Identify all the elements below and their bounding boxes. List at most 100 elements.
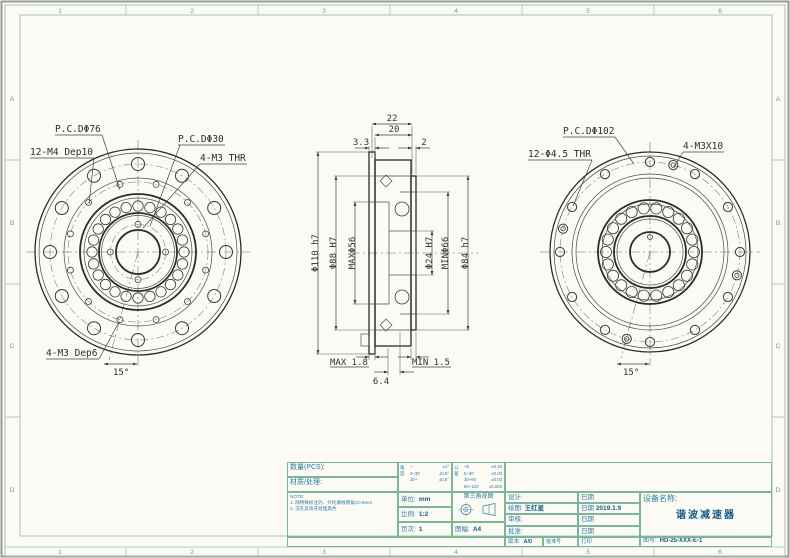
bearing-ball bbox=[88, 235, 98, 245]
bearing-ball bbox=[173, 270, 183, 280]
crossed-roller-top bbox=[380, 175, 392, 187]
bearing-ball bbox=[673, 280, 684, 291]
zone-col: 5 bbox=[586, 549, 590, 556]
bearing-ball bbox=[100, 214, 110, 224]
quantity-label: 数量(PCS): bbox=[290, 464, 325, 471]
bolt-hole bbox=[600, 170, 609, 179]
scale-cell: 比例: 1:2 bbox=[398, 507, 452, 522]
zone-col: 3 bbox=[322, 8, 326, 15]
wave-bearing-ball-top bbox=[395, 202, 409, 216]
drawing-number-value: HD-25-XXX-E-1 bbox=[660, 538, 703, 545]
device-value: 谐波减速器 bbox=[643, 510, 769, 522]
dim-20: 20 bbox=[389, 125, 400, 135]
label-12-4-5-thr: 12-Φ4.5 THR bbox=[528, 149, 591, 160]
bearing-ball bbox=[626, 286, 637, 297]
bearing-ball bbox=[673, 213, 684, 224]
dim-min-1-5: MIN 1.5 bbox=[412, 358, 450, 368]
unit-value: mm bbox=[419, 496, 431, 504]
drawing-number-cell: 图号: HD-25-XXX-E-1 bbox=[640, 537, 772, 547]
check-cell: 审核: bbox=[505, 514, 578, 526]
draw-date-value: 2019.1.9 bbox=[596, 505, 621, 512]
approve-cell: 批准: bbox=[505, 526, 578, 537]
zone-col: 4 bbox=[454, 8, 458, 15]
dim-24: Φ24 H7 bbox=[425, 237, 435, 270]
zone-col: 4 bbox=[454, 549, 458, 556]
projection-label: 第三角视图 bbox=[455, 494, 502, 501]
bearing-ball bbox=[110, 287, 120, 297]
print-cell: 打印 bbox=[578, 537, 640, 547]
bearing-ball bbox=[616, 213, 627, 224]
m4-hole bbox=[67, 231, 73, 237]
bearing-ball bbox=[626, 206, 637, 217]
label-pcd30: P.C.DΦ30 bbox=[178, 134, 224, 145]
projection-cell: 第三角视图 bbox=[452, 492, 505, 522]
bolt-hole bbox=[568, 202, 577, 211]
dim-max-1-8: MAX 1.8 bbox=[330, 358, 368, 368]
bearing-ball bbox=[165, 214, 175, 224]
zone-col: 2 bbox=[190, 8, 194, 15]
crossed-roller-bottom bbox=[380, 319, 392, 331]
zone-col: 3 bbox=[322, 549, 326, 556]
draw-value: 王红星 bbox=[525, 505, 545, 512]
right-view: P.C.DΦ102 12-Φ4.5 THR 4-M3X10 15° bbox=[528, 126, 760, 378]
inner-border bbox=[20, 15, 772, 536]
title-block: 数量(PCS): 材质/处理: NOTE: 1. 除特殊标注外、外轮廓线倒角C0… bbox=[287, 462, 772, 547]
note-line-2: 2. 沉孔及攻牙处理黑色 bbox=[290, 506, 395, 512]
scale-label: 比例: bbox=[401, 511, 416, 519]
sheet-size-cell: 图幅: A4 bbox=[452, 522, 505, 537]
zone-col: 5 bbox=[586, 8, 590, 15]
dim-88: Φ88 H7 bbox=[329, 237, 339, 270]
note-cell: NOTE: 1. 除特殊标注外、外轮廓线倒角C0.5mm 2. 沉孔及攻牙处理黑… bbox=[287, 492, 398, 537]
bearing-ball bbox=[663, 286, 674, 297]
bolt-hole bbox=[690, 325, 699, 334]
label-pcd76: P.C.DΦ76 bbox=[55, 124, 101, 135]
dim-84: Φ84 h7 bbox=[461, 237, 471, 270]
bolt-hole bbox=[88, 169, 101, 182]
label-angle-15: 15° bbox=[623, 368, 639, 378]
bolt-hole bbox=[723, 292, 732, 301]
zone-col: 2 bbox=[190, 549, 194, 556]
page-cell: 页次: 1 bbox=[398, 522, 452, 537]
dim-22: 22 bbox=[387, 114, 398, 124]
m4-hole bbox=[67, 267, 73, 273]
zone-row: B bbox=[10, 220, 14, 227]
material-label: 材质/处理: bbox=[290, 479, 322, 486]
bearing-ball bbox=[663, 206, 674, 217]
bearing-ball bbox=[110, 207, 120, 217]
size-value: A4 bbox=[473, 526, 481, 534]
third-angle-projection-symbol bbox=[457, 502, 501, 517]
dim-3-3: 3.3 bbox=[353, 138, 369, 148]
bearing-ball bbox=[93, 270, 103, 280]
design-date-cell: 日期 bbox=[578, 492, 640, 503]
draw-date-cell: 日期 2019.1.9 bbox=[578, 503, 640, 514]
bolt-hole bbox=[208, 202, 221, 215]
company-cell bbox=[505, 462, 772, 492]
zone-col: 1 bbox=[58, 549, 62, 556]
bearing-ball bbox=[156, 287, 166, 297]
bolt-hole bbox=[208, 290, 221, 303]
section-view: 22 20 3.3 2 Φ110 h7 Φ88 H7 MAXΦ56 Φ24 H7… bbox=[311, 114, 478, 387]
bearing-ball bbox=[173, 224, 183, 234]
device-label: 设备名称: bbox=[643, 494, 769, 504]
bearing-ball bbox=[145, 202, 155, 212]
page-label: 页次: bbox=[401, 526, 416, 534]
scale-value: 1:2 bbox=[419, 511, 428, 519]
dim-110: Φ110 h7 bbox=[311, 234, 321, 272]
version-value: A/0 bbox=[524, 539, 533, 546]
zone-col: 1 bbox=[58, 8, 62, 15]
bearing-ball bbox=[681, 223, 692, 234]
drawing-sheet: 1 2 3 4 5 6 1 2 3 4 5 6 A B C D A B C D bbox=[0, 0, 790, 558]
bottom-empty-cell bbox=[287, 537, 505, 547]
seal-groove bbox=[361, 334, 369, 346]
zone-row: A bbox=[10, 96, 15, 103]
label-4-m3-thr: 4-M3 THR bbox=[200, 153, 246, 164]
zone-row: C bbox=[10, 343, 15, 350]
approve-date-cell: 日期 bbox=[578, 526, 640, 537]
device-name-cell: 设备名称: 谐波减速器 bbox=[640, 492, 772, 537]
left-view: P.C.DΦ76 12-M4 Dep10 P.C.DΦ30 4-M3 THR 4… bbox=[26, 124, 250, 378]
wave-bearing-ball-bottom bbox=[395, 290, 409, 304]
zone-col: 6 bbox=[718, 549, 722, 556]
label-angle-15: 15° bbox=[113, 368, 129, 378]
bearing-ball bbox=[88, 259, 98, 269]
zone-row: D bbox=[776, 487, 781, 494]
